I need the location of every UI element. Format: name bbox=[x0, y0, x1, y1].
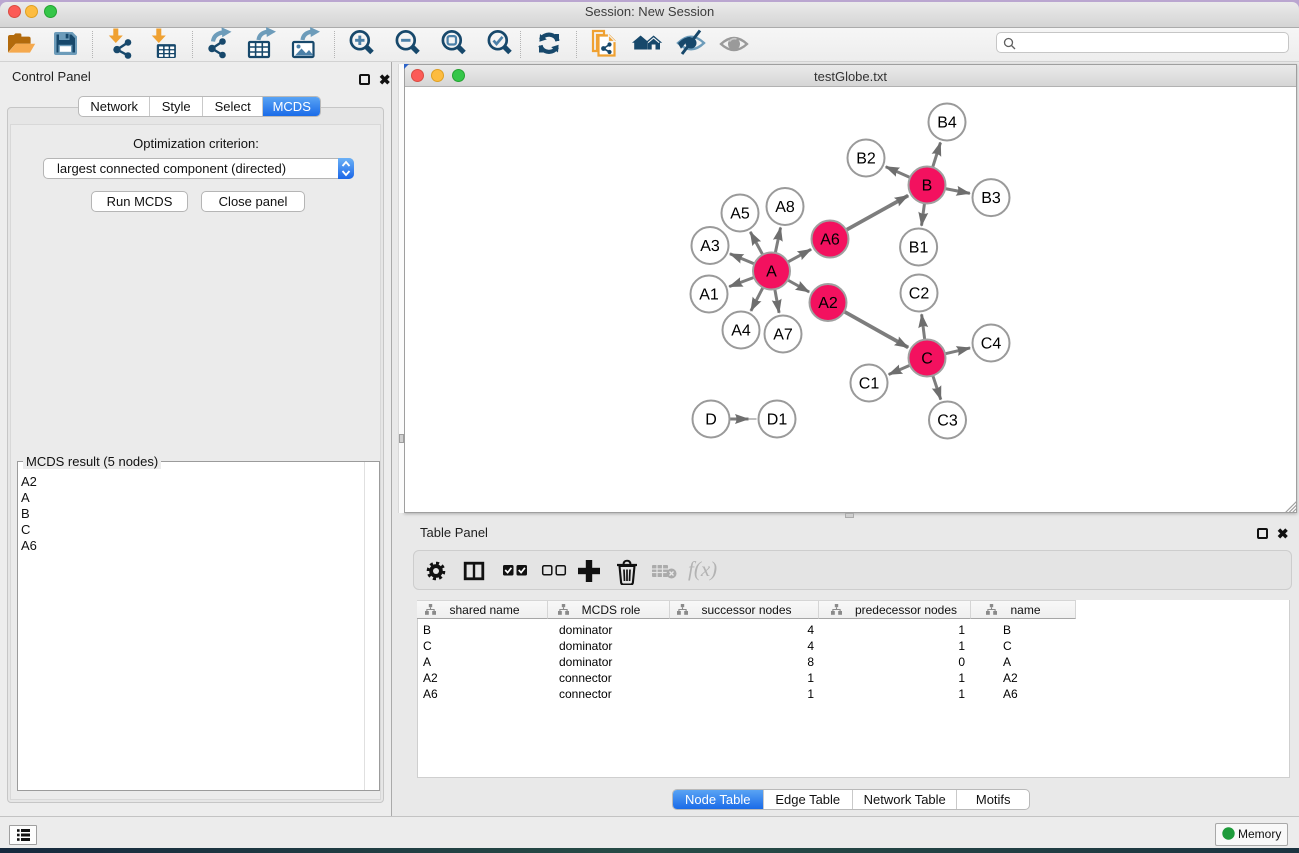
svg-text:A8: A8 bbox=[775, 199, 795, 216]
svg-text:A6: A6 bbox=[820, 232, 840, 249]
svg-text:D: D bbox=[705, 412, 717, 429]
svg-text:C: C bbox=[921, 351, 933, 368]
svg-text:C4: C4 bbox=[981, 336, 1002, 353]
svg-text:A: A bbox=[766, 264, 777, 281]
svg-text:B4: B4 bbox=[937, 115, 957, 132]
svg-text:B: B bbox=[922, 178, 933, 195]
svg-text:A1: A1 bbox=[699, 287, 719, 304]
svg-text:A5: A5 bbox=[730, 206, 750, 223]
svg-text:C1: C1 bbox=[859, 376, 880, 393]
svg-text:A2: A2 bbox=[818, 295, 838, 312]
svg-text:B2: B2 bbox=[856, 151, 876, 168]
svg-text:B1: B1 bbox=[909, 240, 929, 257]
svg-text:B3: B3 bbox=[981, 190, 1001, 207]
svg-text:A7: A7 bbox=[773, 327, 793, 344]
svg-text:A4: A4 bbox=[731, 323, 751, 340]
svg-text:A3: A3 bbox=[700, 238, 720, 255]
svg-text:C3: C3 bbox=[937, 413, 958, 430]
svg-text:C2: C2 bbox=[909, 286, 930, 303]
svg-text:D1: D1 bbox=[767, 412, 788, 429]
